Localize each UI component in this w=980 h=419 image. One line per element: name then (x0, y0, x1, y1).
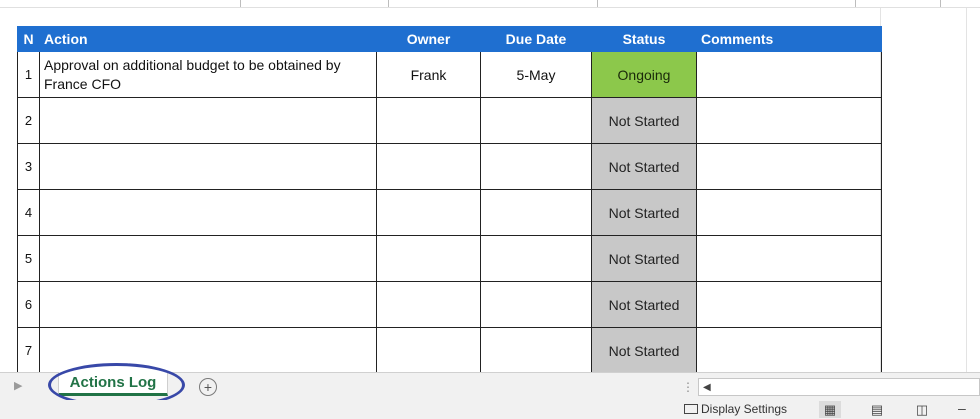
status-cell[interactable]: Not Started (591, 235, 697, 282)
display-settings-button[interactable]: Display Settings (684, 402, 787, 416)
header-action[interactable]: Action (39, 26, 377, 52)
normal-view-icon[interactable]: ▦ (819, 401, 841, 418)
plus-circle-icon[interactable]: + (199, 378, 217, 396)
row-number-cell[interactable]: 2 (17, 97, 40, 144)
due-date-cell[interactable] (480, 235, 592, 282)
table-row: 5 Not Started (17, 235, 882, 282)
due-date-cell[interactable]: 5-May (480, 51, 592, 98)
comments-cell[interactable] (696, 327, 882, 374)
comments-cell[interactable] (696, 235, 882, 282)
scroll-tabs-right-icon[interactable]: ▶ (14, 379, 22, 392)
comments-cell[interactable] (696, 281, 882, 328)
actions-log-table: N Action Owner Due Date Status Comments … (17, 26, 882, 374)
action-cell[interactable] (39, 189, 377, 236)
column-divider (855, 0, 856, 7)
column-divider (388, 0, 389, 7)
header-due-date[interactable]: Due Date (480, 26, 592, 52)
table-row: 3 Not Started (17, 143, 882, 190)
worksheet-grid[interactable]: N Action Owner Due Date Status Comments … (0, 8, 980, 374)
sheet-tab-bar: ▶ Actions Log + ⋮ ◀ (0, 372, 980, 400)
comments-cell[interactable] (696, 51, 882, 98)
comments-cell[interactable] (696, 143, 882, 190)
owner-cell[interactable] (376, 189, 481, 236)
tab-splitter-handle-icon[interactable]: ⋮ (682, 380, 694, 394)
status-cell[interactable]: Ongoing (591, 51, 697, 98)
row-number-cell[interactable]: 5 (17, 235, 40, 282)
table-row: 6 Not Started (17, 281, 882, 328)
status-bar: Display Settings ▦ ▤ ◫ – (0, 400, 980, 419)
row-number-cell[interactable]: 4 (17, 189, 40, 236)
header-n[interactable]: N (17, 26, 40, 52)
status-cell[interactable]: Not Started (591, 281, 697, 328)
column-divider (940, 0, 941, 7)
display-settings-label: Display Settings (701, 402, 788, 416)
action-cell[interactable] (39, 235, 377, 282)
owner-cell[interactable] (376, 281, 481, 328)
horizontal-scrollbar[interactable]: ◀ (698, 378, 980, 396)
status-cell[interactable]: Not Started (591, 327, 697, 374)
due-date-cell[interactable] (480, 143, 592, 190)
column-divider (597, 0, 598, 7)
sheet-tab-actions-log[interactable]: Actions Log (58, 372, 168, 396)
row-number-cell[interactable]: 1 (17, 51, 40, 98)
row-number-cell[interactable]: 3 (17, 143, 40, 190)
action-cell[interactable] (39, 281, 377, 328)
action-cell[interactable] (39, 97, 377, 144)
scroll-left-icon[interactable]: ◀ (703, 379, 711, 396)
owner-cell[interactable] (376, 143, 481, 190)
page-layout-icon[interactable]: ▤ (866, 401, 888, 418)
status-cell[interactable]: Not Started (591, 143, 697, 190)
table-row: 7 Not Started (17, 327, 882, 374)
header-owner[interactable]: Owner (376, 26, 481, 52)
comments-cell[interactable] (696, 97, 882, 144)
header-comments[interactable]: Comments (696, 26, 882, 52)
table-row: 2 Not Started (17, 97, 882, 144)
table-row: 4 Not Started (17, 189, 882, 236)
due-date-cell[interactable] (480, 97, 592, 144)
column-divider (240, 0, 241, 7)
status-cell[interactable]: Not Started (591, 97, 697, 144)
owner-cell[interactable]: Frank (376, 51, 481, 98)
page-break-icon[interactable]: ◫ (911, 401, 933, 418)
due-date-cell[interactable] (480, 327, 592, 374)
sheet-top-edge (0, 0, 980, 8)
owner-cell[interactable] (376, 97, 481, 144)
action-cell[interactable] (39, 327, 377, 374)
comments-cell[interactable] (696, 189, 882, 236)
gridline (966, 8, 967, 372)
table-header-row: N Action Owner Due Date Status Comments (17, 26, 882, 52)
zoom-out-icon[interactable]: – (958, 400, 966, 416)
due-date-cell[interactable] (480, 281, 592, 328)
owner-cell[interactable] (376, 327, 481, 374)
action-cell[interactable] (39, 143, 377, 190)
table-row: 1 Approval on additional budget to be ob… (17, 51, 882, 98)
row-number-cell[interactable]: 6 (17, 281, 40, 328)
header-status[interactable]: Status (591, 26, 697, 52)
row-number-cell[interactable]: 7 (17, 327, 40, 374)
owner-cell[interactable] (376, 235, 481, 282)
status-cell[interactable]: Not Started (591, 189, 697, 236)
monitor-icon (684, 404, 698, 414)
action-cell[interactable]: Approval on additional budget to be obta… (39, 51, 377, 98)
due-date-cell[interactable] (480, 189, 592, 236)
